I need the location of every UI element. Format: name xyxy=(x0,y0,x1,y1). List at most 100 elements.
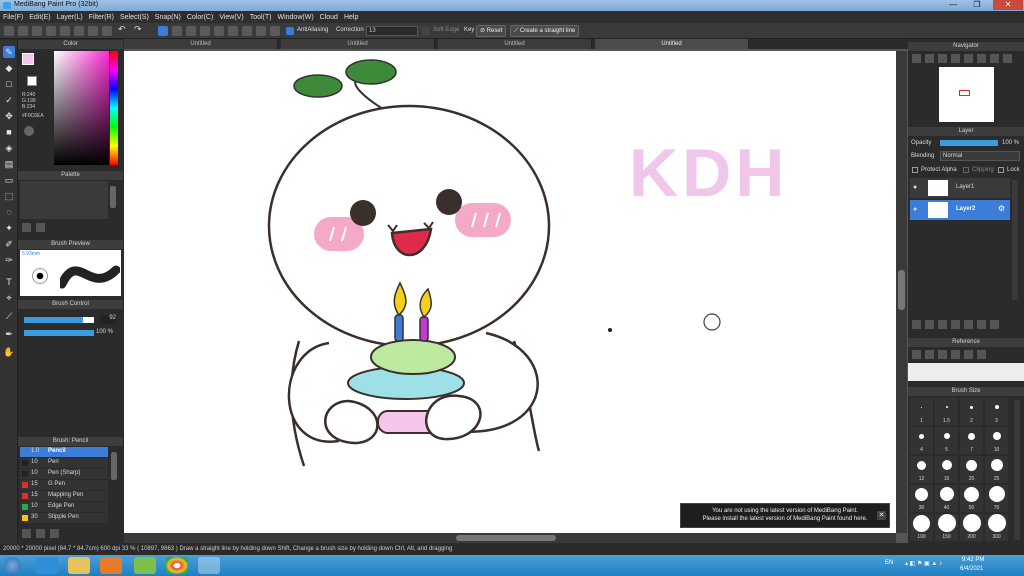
brush-size-cell[interactable]: 70 xyxy=(985,485,1008,512)
actual-size-icon[interactable] xyxy=(951,54,960,63)
reference-open-icon[interactable] xyxy=(912,350,921,359)
circle-snap-icon[interactable] xyxy=(228,26,238,36)
layer-opacity-slider[interactable] xyxy=(940,140,998,146)
visibility-eye-icon[interactable]: ● xyxy=(913,184,917,191)
parallel-snap-icon[interactable] xyxy=(172,26,182,36)
blending-select[interactable]: Normal xyxy=(940,151,1020,161)
reference-fit-icon[interactable] xyxy=(964,350,973,359)
undo-icon[interactable]: ↶ xyxy=(118,24,126,35)
brush-size-slider[interactable] xyxy=(24,317,94,323)
primary-color-swatch[interactable] xyxy=(22,53,34,65)
layer-row-2[interactable]: ● Layer2 ⚙ xyxy=(910,200,1010,220)
explorer-taskbar-icon[interactable] xyxy=(68,557,90,574)
eraser-tool-icon[interactable]: ◆ xyxy=(3,62,15,74)
new-icon[interactable] xyxy=(4,26,14,36)
check-tool-icon[interactable]: ✓ xyxy=(3,94,15,106)
rotate-right-icon[interactable] xyxy=(977,54,986,63)
menu-filter[interactable]: Filter(R) xyxy=(89,14,114,21)
menu-view[interactable]: View(V) xyxy=(219,14,243,21)
flip-icon[interactable] xyxy=(990,54,999,63)
menu-layer[interactable]: Layer(L) xyxy=(57,14,83,21)
brush-size-cell[interactable]: 100 xyxy=(910,514,933,541)
tab-untitled-4[interactable]: Untitled xyxy=(595,39,749,49)
save-icon[interactable] xyxy=(32,26,42,36)
palette-scrollbar[interactable] xyxy=(110,186,116,208)
menu-cloud[interactable]: Cloud xyxy=(320,14,338,21)
zoom-in-icon[interactable] xyxy=(912,54,921,63)
clock-time[interactable]: 9:42 PM xyxy=(962,557,984,563)
menu-tool[interactable]: Tool(T) xyxy=(250,14,272,21)
brush-folder-icon[interactable] xyxy=(36,529,45,538)
protect-alpha-checkbox[interactable] xyxy=(912,167,918,173)
export-icon[interactable] xyxy=(74,26,84,36)
visibility-eye-icon[interactable]: ● xyxy=(913,206,917,213)
close-button[interactable]: ✕ xyxy=(993,0,1023,10)
clipping-checkbox[interactable] xyxy=(963,167,969,173)
delete-layer-icon[interactable] xyxy=(990,320,999,329)
palette-area[interactable] xyxy=(20,181,108,219)
brush-item[interactable]: 30 Stipple Pen xyxy=(20,513,108,523)
brush-opacity-slider[interactable] xyxy=(24,330,94,336)
reset-button[interactable]: ⊘ Reset xyxy=(476,25,507,37)
fill-rect-tool-icon[interactable]: ■ xyxy=(3,126,15,138)
brush-list-scrollbar[interactable] xyxy=(111,452,117,480)
menu-color[interactable]: Color(C) xyxy=(187,14,213,21)
brush-item[interactable]: 10 Edge Pen xyxy=(20,502,108,512)
brush-item[interactable]: 15 G Pen xyxy=(20,480,108,490)
brush-item[interactable]: 1.0 Pencil xyxy=(20,447,108,457)
palette-delete-icon[interactable] xyxy=(36,223,45,232)
duplicate-layer-icon[interactable] xyxy=(938,320,947,329)
rotate-left-icon[interactable] xyxy=(964,54,973,63)
off-snap-icon[interactable] xyxy=(256,26,266,36)
open-icon[interactable] xyxy=(18,26,28,36)
brush-size-cell[interactable]: 1 xyxy=(910,398,933,425)
navigator-preview[interactable] xyxy=(939,67,994,122)
brush-size-cell[interactable]: 300 xyxy=(985,514,1008,541)
divide-tool-icon[interactable]: ▭ xyxy=(3,174,15,186)
medibang-taskbar-icon[interactable] xyxy=(198,557,220,574)
brush-size-cell[interactable]: 40 xyxy=(935,485,958,512)
merge-down-icon[interactable] xyxy=(951,320,960,329)
reset-view-icon[interactable] xyxy=(1003,54,1012,63)
reference-close-icon[interactable] xyxy=(938,350,947,359)
gradient-tool-icon[interactable]: ▤ xyxy=(3,158,15,170)
horizontal-scroll-thumb[interactable] xyxy=(456,535,556,541)
pen-tool-icon[interactable]: ✒ xyxy=(3,328,15,340)
brush-size-cell[interactable]: 20 xyxy=(960,456,983,483)
select-tool-icon[interactable]: ⬚ xyxy=(3,190,15,202)
operation-tool-icon[interactable]: ⌖ xyxy=(3,292,15,304)
menu-edit[interactable]: Edit(E) xyxy=(29,14,50,21)
notice-close-icon[interactable]: ✕ xyxy=(877,511,886,520)
straight-line-button[interactable]: ⟋ Create a straight line xyxy=(510,25,580,37)
vertical-scroll-thumb[interactable] xyxy=(898,270,905,310)
layer-mask-icon[interactable] xyxy=(977,320,986,329)
brush-size-cell[interactable]: 30 xyxy=(910,485,933,512)
secondary-color-swatch[interactable] xyxy=(27,76,37,86)
brush-size-cell[interactable]: 5 xyxy=(935,427,958,454)
grid-icon[interactable] xyxy=(102,26,112,36)
brush-item[interactable]: 10 Pen xyxy=(20,458,108,468)
color-mode-icon[interactable] xyxy=(24,126,34,136)
bucket-tool-icon[interactable]: ◈ xyxy=(3,142,15,154)
brush-size-cell[interactable]: 12 xyxy=(910,456,933,483)
brush-size-cell[interactable]: 200 xyxy=(960,514,983,541)
selection-snap-icon[interactable] xyxy=(158,26,168,36)
layer-settings-gear-icon[interactable]: ⚙ xyxy=(998,204,1005,213)
brush-delete-icon[interactable] xyxy=(50,529,59,538)
menu-help[interactable]: Help xyxy=(344,14,358,21)
cloud-save-icon[interactable] xyxy=(46,26,56,36)
brush-size-cell[interactable]: 15 xyxy=(935,456,958,483)
lock-checkbox[interactable] xyxy=(998,167,1004,173)
dot-tool-icon[interactable]: □ xyxy=(3,78,15,90)
brush-size-cell[interactable]: 50 xyxy=(960,485,983,512)
brush-tool-icon[interactable]: ✎ xyxy=(3,46,15,58)
fit-icon[interactable] xyxy=(938,54,947,63)
zoom-out-icon[interactable] xyxy=(925,54,934,63)
tab-untitled-1[interactable]: Untitled xyxy=(124,39,278,49)
share-icon[interactable] xyxy=(60,26,70,36)
ie-taskbar-icon[interactable] xyxy=(36,557,58,574)
redo-icon[interactable]: ↷ xyxy=(134,24,142,35)
brush-size-cell[interactable]: 2 xyxy=(960,398,983,425)
menu-snap[interactable]: Snap(N) xyxy=(155,14,181,21)
minimize-button[interactable]: — xyxy=(942,0,964,10)
